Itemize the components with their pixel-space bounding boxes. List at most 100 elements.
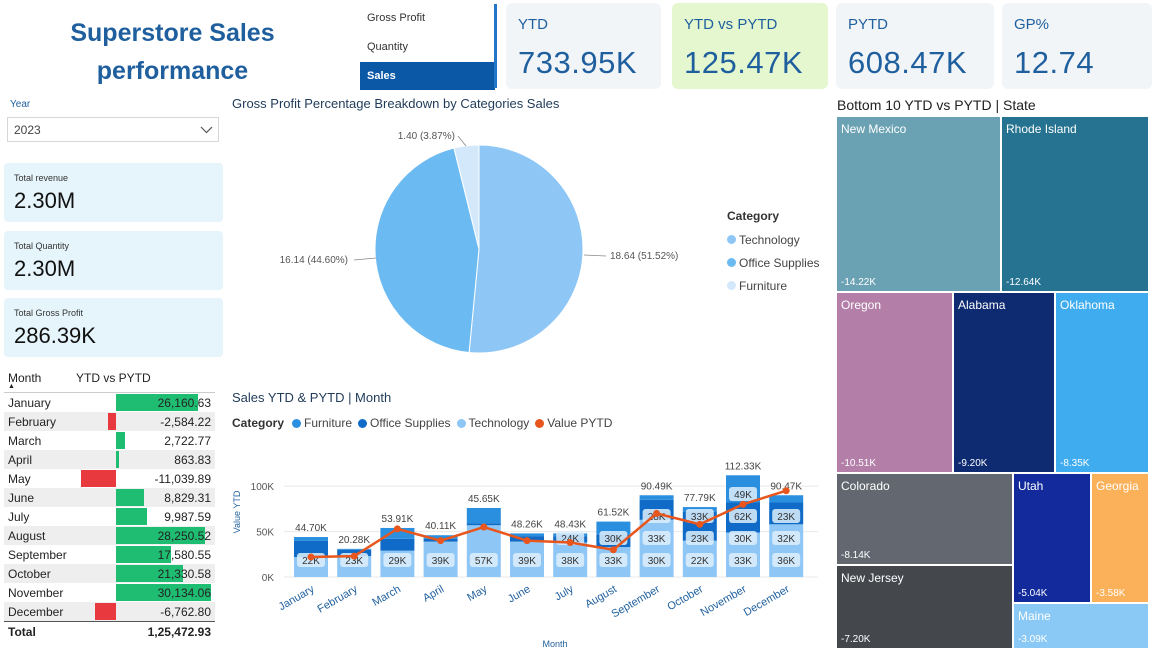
bar-segment-technology[interactable] [639, 519, 674, 577]
segment-label: 62K [734, 512, 752, 523]
treemap-value-label: -8.35K [1060, 458, 1090, 469]
treemap-cell-new-mexico[interactable]: New Mexico -14.22K [836, 116, 1001, 292]
year-dropdown[interactable]: 2023 [7, 117, 219, 142]
line-point[interactable] [696, 520, 704, 528]
bar-segment-furniture[interactable] [639, 495, 674, 500]
value-cell: -2,584.22 [160, 415, 211, 429]
negative-bar [94, 603, 116, 620]
table-row[interactable]: February -2,584.22 [4, 412, 215, 431]
slicer-gross-profit[interactable]: Gross Profit [360, 4, 495, 32]
dashboard-title: Superstore Sales performance [40, 14, 305, 90]
segment-label: 23K [777, 512, 795, 523]
month-cell: November [8, 586, 64, 600]
table-row[interactable]: January 26,160.63 [4, 393, 215, 412]
treemap-cell-oregon[interactable]: Oregon -10.51K [836, 292, 953, 473]
x-tick-label: November [699, 583, 749, 619]
segment-label: 23K [691, 534, 709, 545]
treemap-cell-maine[interactable]: Maine -3.09K [1013, 603, 1149, 649]
title-line-2: performance [96, 57, 249, 85]
table-row[interactable]: September 17,580.55 [4, 545, 215, 564]
treemap-state-label: Utah [1018, 479, 1044, 493]
month-table-body: January 26,160.63 February -2,584.22 March 2,… [4, 393, 215, 621]
line-point[interactable] [566, 538, 574, 546]
bar-segment-technology[interactable] [466, 525, 501, 577]
year-dropdown-value: 2023 [14, 123, 41, 137]
line-point[interactable] [393, 525, 401, 533]
line-point[interactable] [480, 523, 488, 531]
bar-legend-item[interactable]: Furniture [292, 416, 352, 430]
table-row[interactable]: November 30,134.06 [4, 583, 215, 602]
line-point[interactable] [350, 552, 358, 560]
pie-leader-line [457, 135, 467, 147]
treemap-cell-oklahoma[interactable]: Oklahoma -8.35K [1055, 292, 1149, 473]
kpi-pytd: PYTD 608.47K [836, 3, 994, 89]
bar-segment-furniture[interactable] [769, 495, 804, 503]
line-point[interactable] [523, 537, 531, 545]
kpi-gp-percent-value: 12.74 [1014, 45, 1095, 80]
treemap-state-label: New Mexico [841, 122, 907, 136]
pie-legend-item[interactable]: Technology [727, 228, 820, 251]
bar-total-label: 90.49K [641, 481, 673, 492]
treemap-cell-new-jersey[interactable]: New Jersey -7.20K [836, 565, 1013, 649]
table-row[interactable]: August 28,250.52 [4, 526, 215, 545]
bar-total-label: 77.79K [684, 493, 716, 504]
slicer-quantity[interactable]: Quantity [360, 33, 495, 61]
x-axis-title: Month [542, 639, 567, 649]
bar-segment-office-supplies[interactable] [380, 538, 415, 551]
table-row[interactable]: October 21,330.58 [4, 564, 215, 583]
treemap-cell-rhode-island[interactable]: Rhode Island -12.64K [1001, 116, 1149, 292]
line-point[interactable] [782, 487, 790, 495]
legend-label: Value PYTD [547, 416, 613, 430]
bar-legend-item[interactable]: Office Supplies [358, 416, 451, 430]
bar-total-label: 20.28K [338, 535, 370, 546]
bar-segment-furniture[interactable] [466, 507, 501, 524]
table-row[interactable]: May -11,039.89 [4, 469, 215, 488]
pie-data-label: 1.40 (3.87%) [398, 131, 455, 142]
line-point[interactable] [307, 553, 315, 561]
card-total-gross-profit-label: Total Gross Profit [14, 308, 84, 318]
treemap-cell-georgia[interactable]: Georgia -3.58K [1091, 473, 1149, 603]
value-cell: 8,829.31 [164, 491, 211, 505]
legend-label: Office Supplies [370, 416, 451, 430]
x-tick-label: December [742, 583, 792, 619]
treemap-cell-utah[interactable]: Utah -5.04K [1013, 473, 1091, 603]
card-total-gross-profit: Total Gross Profit 286.39K [4, 298, 223, 357]
table-row[interactable]: June 8,829.31 [4, 488, 215, 507]
segment-label: 49K [734, 490, 752, 501]
legend-dot-icon [727, 235, 736, 244]
slicer-scrollbar[interactable] [494, 4, 497, 88]
pie-legend-item[interactable]: Furniture [727, 274, 820, 297]
month-table-total-row: Total 1,25,472.93 [4, 621, 215, 641]
bar-legend-item[interactable]: Technology [456, 416, 529, 430]
treemap-cell-colorado[interactable]: Colorado -8.14K [836, 473, 1013, 565]
segment-label: 33K [648, 534, 666, 545]
line-point[interactable] [739, 500, 747, 508]
table-row[interactable]: April 863.83 [4, 450, 215, 469]
value-cell: 9,987.59 [164, 510, 211, 524]
kpi-pytd-label: PYTD [848, 16, 889, 33]
treemap-state-label: New Jersey [841, 571, 904, 585]
treemap-state-label: Colorado [841, 479, 890, 493]
month-cell: April [8, 453, 33, 467]
treemap-cell-alabama[interactable]: Alabama -9.20K [953, 292, 1055, 473]
table-row[interactable]: July 9,987.59 [4, 507, 215, 526]
bar-legend-item[interactable]: Value PYTD [535, 416, 612, 430]
pie-slice-technology[interactable] [468, 144, 584, 354]
bar-segment-furniture[interactable] [294, 537, 328, 541]
x-tick-label: January [277, 583, 317, 613]
line-point[interactable] [653, 509, 661, 517]
treemap-value-label: -5.04K [1018, 588, 1048, 599]
column-header-ytd-vs-pytd[interactable]: YTD vs PYTD [76, 371, 151, 385]
table-row[interactable]: December -6,762.80 [4, 602, 215, 621]
slicer-sales[interactable]: Sales [360, 62, 495, 90]
treemap-title: Bottom 10 YTD vs PYTD | State [837, 97, 1036, 113]
treemap-value-label: -3.09K [1018, 634, 1048, 645]
value-cell: 863.83 [174, 453, 211, 467]
line-point[interactable] [609, 546, 617, 554]
line-point[interactable] [437, 537, 445, 545]
bar-total-label: 48.43K [554, 519, 586, 530]
segment-label: 33K [605, 556, 623, 567]
segment-label: 30K [734, 534, 752, 545]
pie-legend-item[interactable]: Office Supplies [727, 251, 820, 274]
table-row[interactable]: March 2,722.77 [4, 431, 215, 450]
